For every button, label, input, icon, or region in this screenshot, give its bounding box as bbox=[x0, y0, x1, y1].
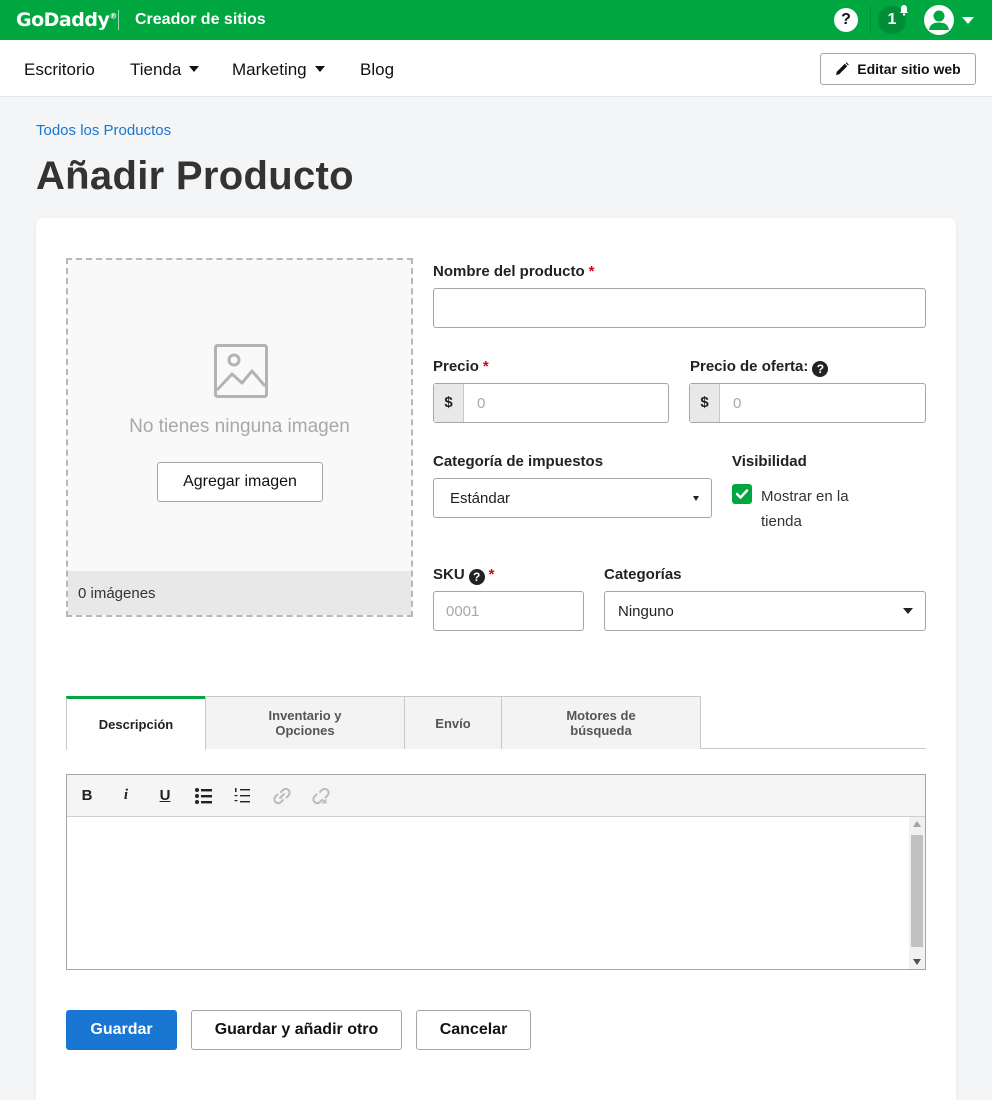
numbered-list-icon[interactable] bbox=[233, 787, 253, 805]
scroll-down-icon[interactable] bbox=[913, 959, 921, 965]
help-circle-icon[interactable]: ? bbox=[468, 569, 485, 585]
product-name-input[interactable] bbox=[433, 288, 926, 328]
add-image-button[interactable]: Agregar imagen bbox=[157, 462, 323, 502]
editor-scrollbar[interactable] bbox=[909, 817, 925, 969]
sale-price-placeholder: 0 bbox=[733, 395, 742, 412]
chevron-down-icon bbox=[189, 66, 200, 72]
currency-addon: $ bbox=[690, 384, 720, 422]
sale-price-input[interactable]: $ 0 bbox=[689, 383, 926, 423]
link-icon[interactable] bbox=[272, 787, 292, 805]
no-images-text: No tienes ninguna imagen bbox=[129, 416, 350, 437]
product-name: Creador de sitios bbox=[135, 11, 266, 28]
avatar[interactable] bbox=[924, 5, 954, 35]
page-title: Añadir Producto bbox=[36, 154, 354, 198]
breadcrumb[interactable]: Todos los Productos bbox=[36, 122, 171, 139]
check-icon bbox=[735, 489, 749, 499]
bell-icon bbox=[900, 5, 908, 16]
currency-addon: $ bbox=[434, 384, 464, 422]
tab-descripcion[interactable]: Descripción bbox=[66, 696, 206, 750]
main-nav: Escritorio Tienda Marketing Blog Editar … bbox=[0, 40, 992, 97]
chevron-down-icon bbox=[314, 66, 325, 72]
bold-button[interactable]: B bbox=[77, 787, 97, 805]
nav-item-escritorio[interactable]: Escritorio bbox=[24, 60, 95, 80]
image-placeholder-icon bbox=[214, 344, 268, 398]
description-editor: B i U bbox=[66, 774, 926, 970]
visibility-label: Visibilidad bbox=[732, 453, 807, 470]
scroll-thumb[interactable] bbox=[911, 835, 923, 947]
sale-price-label: Precio de oferta:? bbox=[690, 358, 829, 377]
visibility-checkbox-label[interactable]: Mostrar en la tienda bbox=[761, 484, 881, 534]
help-circle-icon[interactable]: ? bbox=[812, 361, 829, 377]
godaddy-logo[interactable]: GoDaddy® bbox=[16, 9, 117, 31]
image-dropzone[interactable]: No tienes ninguna imagen Agregar imagen … bbox=[66, 258, 413, 617]
price-input[interactable]: $ 0 bbox=[433, 383, 669, 423]
nav-item-blog[interactable]: Blog bbox=[360, 60, 394, 80]
edit-website-button[interactable]: Editar sitio web bbox=[820, 53, 976, 85]
price-placeholder: 0 bbox=[477, 395, 486, 412]
tab-envio[interactable]: Envío bbox=[404, 696, 502, 749]
chevron-down-icon[interactable] bbox=[962, 17, 974, 24]
nav-item-marketing[interactable]: Marketing bbox=[232, 60, 325, 80]
chevron-down-icon bbox=[693, 496, 699, 501]
tab-inventario[interactable]: Inventario y Opciones bbox=[205, 696, 405, 749]
italic-button[interactable]: i bbox=[116, 787, 136, 805]
nav-item-tienda[interactable]: Tienda bbox=[130, 60, 200, 80]
unlink-icon[interactable] bbox=[311, 787, 331, 805]
tab-motores-busqueda[interactable]: Motores de búsqueda bbox=[501, 696, 701, 749]
pencil-icon bbox=[836, 62, 850, 75]
sku-input[interactable]: 0001 bbox=[433, 591, 584, 631]
header-separator bbox=[870, 6, 871, 34]
top-bar: GoDaddy® Creador de sitios ? 1 bbox=[0, 0, 992, 40]
underline-button[interactable]: U bbox=[155, 787, 175, 805]
tax-category-select[interactable]: Estándar bbox=[433, 478, 712, 518]
cancel-button[interactable]: Cancelar bbox=[416, 1010, 531, 1050]
editor-toolbar: B i U bbox=[67, 775, 925, 817]
tax-category-value: Estándar bbox=[450, 490, 511, 507]
sku-placeholder: 0001 bbox=[446, 603, 480, 620]
product-name-label: Nombre del producto * bbox=[433, 263, 595, 280]
tax-category-label: Categoría de impuestos bbox=[433, 453, 604, 470]
user-icon bbox=[929, 10, 949, 30]
scroll-up-icon[interactable] bbox=[913, 821, 921, 827]
price-label: Precio * bbox=[433, 358, 489, 375]
categories-label: Categorías bbox=[604, 566, 682, 583]
categories-select[interactable]: Ninguno bbox=[604, 591, 926, 631]
chevron-down-icon bbox=[903, 608, 913, 614]
sku-label: SKU? * bbox=[433, 566, 495, 585]
categories-value: Ninguno bbox=[618, 603, 674, 620]
visibility-checkbox[interactable] bbox=[732, 484, 752, 504]
image-count: 0 imágenes bbox=[68, 571, 411, 615]
help-button[interactable]: ? bbox=[834, 8, 858, 32]
header-divider bbox=[118, 10, 119, 30]
bullet-list-icon[interactable] bbox=[194, 787, 214, 805]
save-button[interactable]: Guardar bbox=[66, 1010, 177, 1050]
save-and-add-button[interactable]: Guardar y añadir otro bbox=[191, 1010, 402, 1050]
